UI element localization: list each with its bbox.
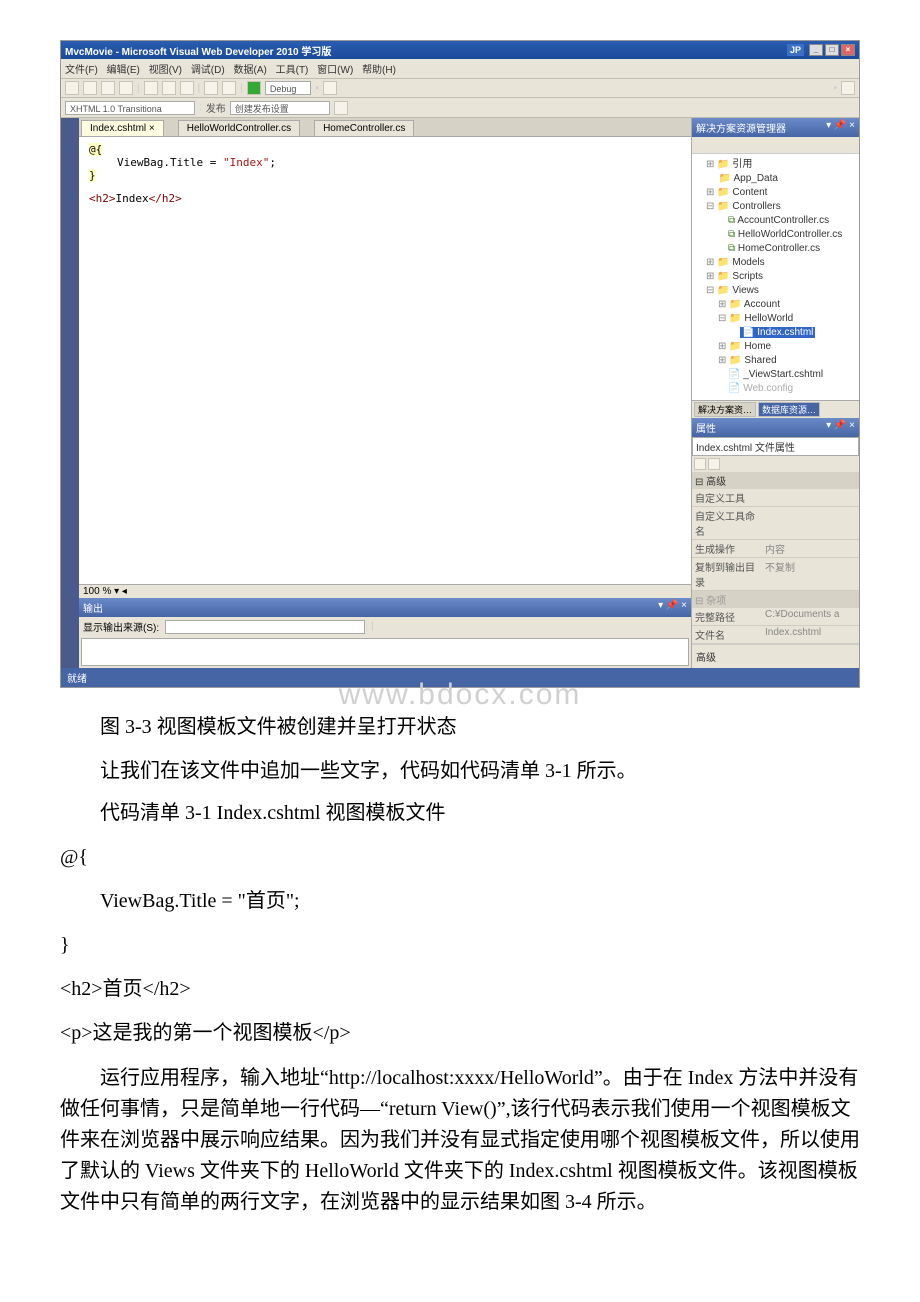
- tree-node-selected[interactable]: 📄 Index.cshtml: [696, 326, 855, 340]
- redo-icon[interactable]: [222, 81, 236, 95]
- tab-solution[interactable]: 解决方案资…: [694, 402, 756, 417]
- undo-icon[interactable]: [204, 81, 218, 95]
- code-line: @{: [60, 839, 860, 875]
- output-source-label: 显示输出来源(S):: [83, 619, 159, 634]
- publish-label[interactable]: 发布: [206, 100, 226, 115]
- solution-tree[interactable]: ⊞ 📁 引用 📁 App_Data ⊞ 📁 Content ⊟ 📁 Contro…: [692, 154, 859, 400]
- left-gutter: [61, 118, 79, 668]
- properties-grid[interactable]: Index.cshtml 文件属性 ⊟ 高级 自定义工具 自定义工具命名 生成操…: [692, 437, 859, 668]
- doctype-combo[interactable]: XHTML 1.0 Transitiona: [65, 101, 195, 115]
- properties-icon[interactable]: [694, 139, 706, 151]
- properties-header[interactable]: 属性▾ 📌 ×: [692, 418, 859, 437]
- ime-indicator: JP: [787, 44, 804, 56]
- maximize-button[interactable]: □: [825, 44, 839, 56]
- code-line: <p>这是我的第一个视图模板</p>: [60, 1015, 860, 1051]
- right-panels: 解决方案资源管理器▾ 📌 × ⊞ 📁 引用 📁 App_Data ⊞ 📁 Con…: [691, 118, 859, 668]
- output-panel: 输出▾ 📌 × 显示输出来源(S): |: [79, 598, 691, 668]
- solution-tabs[interactable]: 解决方案资… 数据库资源…: [692, 400, 859, 418]
- config-combo[interactable]: Debug: [265, 81, 312, 95]
- save-all-icon[interactable]: [119, 81, 133, 95]
- code-line: }: [89, 169, 681, 182]
- code-line: ViewBag.Title = "Index";: [89, 156, 681, 169]
- menu-bar[interactable]: 文件(F) 编辑(E) 视图(V) 调试(D) 数据(A) 工具(T) 窗口(W…: [61, 59, 859, 79]
- window-titlebar: MvcMovie - Microsoft Visual Web Develope…: [61, 41, 859, 59]
- menu-file[interactable]: 文件(F): [65, 65, 98, 76]
- menu-data[interactable]: 数据(A): [233, 65, 266, 76]
- code-line: <h2>Index</h2>: [89, 192, 681, 205]
- paste-icon[interactable]: [180, 81, 194, 95]
- open-icon[interactable]: [83, 81, 97, 95]
- properties-object[interactable]: Index.cshtml 文件属性: [692, 437, 859, 456]
- copy-icon[interactable]: [162, 81, 176, 95]
- new-project-icon[interactable]: [65, 81, 79, 95]
- output-text[interactable]: [81, 638, 689, 666]
- menu-help[interactable]: 帮助(H): [362, 65, 396, 76]
- ide-workarea: Index.cshtml × HelloWorldController.cs H…: [61, 118, 859, 668]
- tab-helloworld-controller[interactable]: HelloWorldController.cs: [178, 120, 300, 136]
- publish-icon[interactable]: [334, 101, 348, 115]
- menu-debug[interactable]: 调试(D): [191, 65, 225, 76]
- main-toolbar[interactable]: | | | Debug • •: [61, 79, 859, 98]
- editor-tabs[interactable]: Index.cshtml × HelloWorldController.cs H…: [79, 118, 691, 137]
- close-button[interactable]: ×: [841, 44, 855, 56]
- alphabetical-icon[interactable]: [708, 458, 720, 470]
- menu-window[interactable]: 窗口(W): [317, 65, 353, 76]
- second-toolbar[interactable]: XHTML 1.0 Transitiona : 发布 创建发布设置: [61, 98, 859, 118]
- show-all-icon[interactable]: [708, 139, 720, 151]
- cut-icon[interactable]: [144, 81, 158, 95]
- solution-explorer-header[interactable]: 解决方案资源管理器▾ 📌 ×: [692, 118, 859, 137]
- code-line: <h2>首页</h2>: [60, 971, 860, 1007]
- view-code-icon[interactable]: [736, 139, 748, 151]
- tab-database[interactable]: 数据库资源…: [758, 402, 820, 417]
- window-controls: _ □ ×: [809, 44, 855, 56]
- tab-index-cshtml[interactable]: Index.cshtml ×: [81, 120, 164, 136]
- body-paragraph: 让我们在该文件中追加一些文字，代码如代码清单 3-1 所示。: [60, 755, 860, 787]
- output-source-combo[interactable]: [165, 620, 365, 634]
- editor-pane: Index.cshtml × HelloWorldController.cs H…: [79, 118, 691, 668]
- menu-view[interactable]: 视图(V): [149, 65, 182, 76]
- refresh-icon[interactable]: [722, 139, 734, 151]
- run-icon[interactable]: [247, 81, 261, 95]
- watermark: www.bdocx.com: [60, 678, 860, 712]
- close-icon[interactable]: ×: [149, 123, 155, 134]
- zoom-level[interactable]: 100 % ▾ ◂: [79, 584, 691, 598]
- ide-screenshot: MvcMovie - Microsoft Visual Web Develope…: [60, 40, 860, 688]
- menu-tools[interactable]: 工具(T): [276, 65, 309, 76]
- code-editor[interactable]: @{ ViewBag.Title = "Index"; } <h2>Index<…: [79, 137, 691, 584]
- output-header[interactable]: 输出▾ 📌 ×: [79, 598, 691, 617]
- code-line: }: [60, 927, 860, 963]
- browser-icon[interactable]: [323, 81, 337, 95]
- find-icon[interactable]: [841, 81, 855, 95]
- code-line: ViewBag.Title = "首页";: [60, 883, 860, 919]
- publish-profile-combo[interactable]: 创建发布设置: [230, 101, 330, 115]
- minimize-button[interactable]: _: [809, 44, 823, 56]
- code-line: @{: [89, 143, 681, 156]
- categorized-icon[interactable]: [694, 458, 706, 470]
- code-listing-title: 代码清单 3-1 Index.cshtml 视图模板文件: [60, 797, 860, 829]
- menu-edit[interactable]: 编辑(E): [107, 65, 140, 76]
- body-paragraph: 运行应用程序，输入地址“http://localhost:xxxx/HelloW…: [60, 1063, 860, 1218]
- figure-caption: 图 3-3 视图模板文件被创建并呈打开状态: [60, 710, 860, 739]
- properties-help: 高级: [692, 644, 859, 668]
- tab-home-controller[interactable]: HomeController.cs: [314, 120, 414, 136]
- window-title: MvcMovie - Microsoft Visual Web Develope…: [65, 43, 331, 58]
- save-icon[interactable]: [101, 81, 115, 95]
